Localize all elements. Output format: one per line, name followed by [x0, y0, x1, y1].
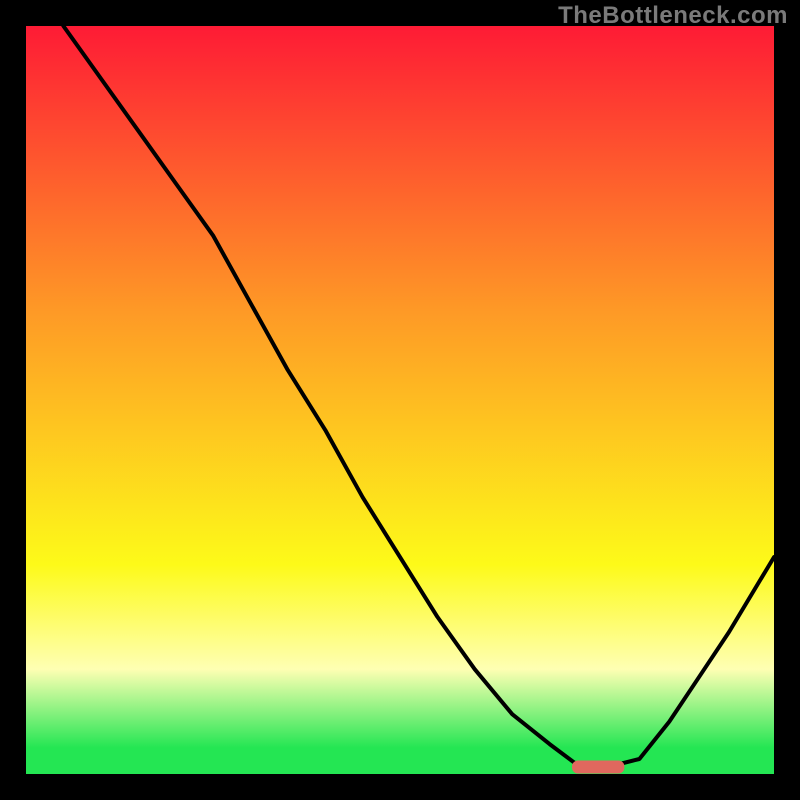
gradient-background	[26, 26, 774, 774]
bottleneck-chart	[26, 26, 774, 774]
optimal-range-marker	[572, 761, 624, 774]
chart-frame: TheBottleneck.com	[0, 0, 800, 800]
